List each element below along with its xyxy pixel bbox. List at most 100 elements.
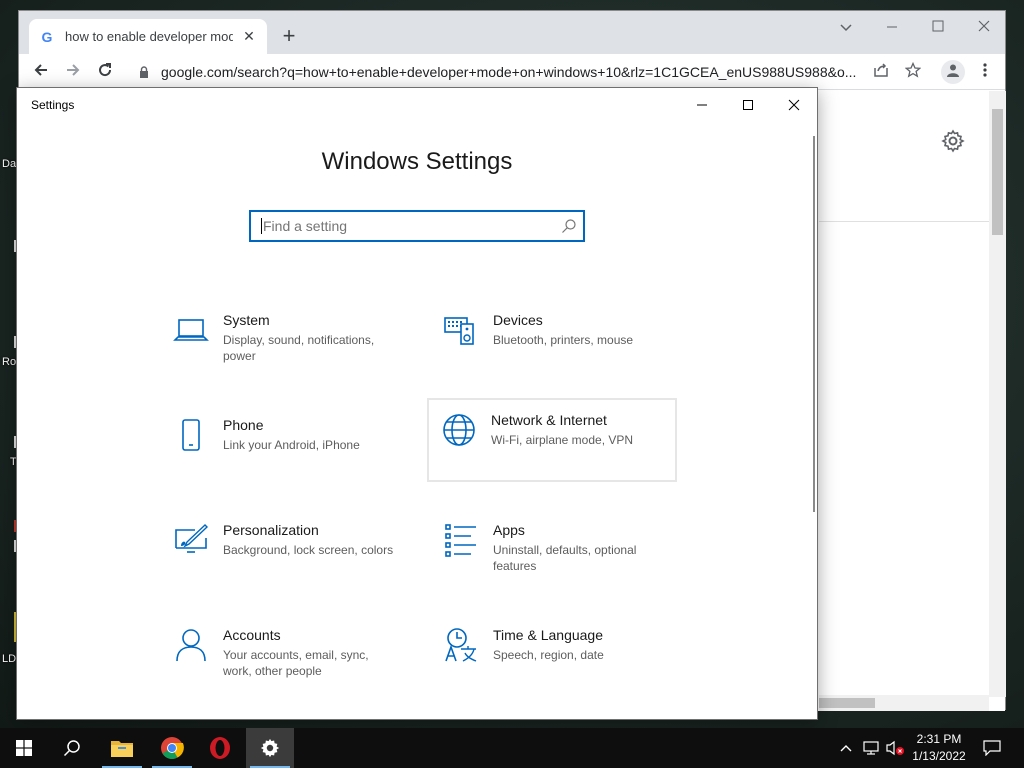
tile-text: Network & Internet Wi-Fi, airplane mode,… bbox=[491, 412, 661, 448]
gear-icon[interactable] bbox=[941, 129, 965, 160]
star-icon bbox=[904, 61, 922, 78]
settings-window: Settings Windows Settings System Display… bbox=[16, 87, 818, 720]
apps-list-icon bbox=[445, 524, 476, 557]
tile-network-internet[interactable]: Network & Internet Wi-Fi, airplane mode,… bbox=[427, 398, 677, 482]
profile-button[interactable] bbox=[941, 60, 965, 84]
close-window-button[interactable] bbox=[969, 19, 999, 35]
tile-devices[interactable]: Devices Bluetooth, printers, mouse bbox=[429, 300, 679, 384]
laptop-icon bbox=[173, 319, 209, 341]
maximize-button[interactable] bbox=[725, 88, 771, 122]
clock-date: 1/13/2022 bbox=[912, 749, 966, 763]
reload-button[interactable] bbox=[93, 60, 117, 84]
search-icon[interactable] bbox=[561, 218, 577, 234]
chrome-icon bbox=[161, 737, 184, 759]
tile-title: Accounts bbox=[223, 627, 281, 643]
tile-system[interactable]: System Display, sound, notifications, po… bbox=[159, 300, 409, 384]
minimize-button[interactable] bbox=[877, 19, 907, 35]
tile-text: Devices Bluetooth, printers, mouse bbox=[493, 312, 663, 348]
tile-title: Time & Language bbox=[493, 627, 603, 643]
maximize-icon bbox=[743, 100, 753, 110]
tile-title: Phone bbox=[223, 417, 264, 433]
tile-accounts[interactable]: Accounts Your accounts, email, sync, wor… bbox=[159, 615, 409, 699]
start-button[interactable] bbox=[0, 728, 48, 768]
taskbar-search-button[interactable] bbox=[48, 728, 96, 768]
back-arrow-icon bbox=[34, 64, 47, 76]
desktop-icon-label[interactable]: Da bbox=[2, 158, 16, 170]
tile-text: Personalization Background, lock screen,… bbox=[223, 522, 403, 558]
tile-phone[interactable]: Phone Link your Android, iPhone bbox=[159, 405, 409, 489]
browser-tab[interactable]: G how to enable developer mode c ✕ bbox=[29, 19, 267, 54]
taskbar: 2:31 PM 1/13/2022 bbox=[0, 728, 1024, 768]
notification-icon bbox=[983, 740, 1001, 756]
kebab-menu-icon bbox=[983, 63, 987, 77]
tile-description: Your accounts, email, sync, work, other … bbox=[223, 648, 369, 678]
action-center-button[interactable] bbox=[978, 728, 1006, 768]
opera-icon bbox=[210, 737, 230, 759]
search-icon bbox=[63, 740, 80, 757]
settings-search-box[interactable] bbox=[249, 210, 585, 242]
profile-icon bbox=[947, 64, 959, 77]
back-button[interactable] bbox=[29, 60, 53, 84]
tile-title: Network & Internet bbox=[491, 412, 607, 428]
tile-title: Apps bbox=[493, 522, 525, 538]
tile-title: Devices bbox=[493, 312, 543, 328]
settings-scrollbar[interactable] bbox=[813, 136, 815, 512]
address-bar[interactable]: google.com/search?q=how+to+enable+develo… bbox=[161, 64, 861, 80]
close-window-button[interactable] bbox=[771, 88, 817, 122]
globe-icon bbox=[443, 414, 475, 446]
tile-description: Speech, region, date bbox=[493, 648, 604, 662]
close-icon[interactable]: ✕ bbox=[241, 28, 257, 45]
network-icon bbox=[863, 741, 879, 755]
tile-time-language[interactable]: Time & Language Speech, region, date bbox=[429, 615, 679, 699]
tile-apps[interactable]: Apps Uninstall, defaults, optional featu… bbox=[429, 510, 679, 594]
show-hidden-icons-button[interactable] bbox=[836, 728, 856, 768]
tile-personalization[interactable]: Personalization Background, lock screen,… bbox=[159, 510, 409, 594]
volume-tray-button[interactable] bbox=[884, 728, 906, 768]
tab-search-button[interactable] bbox=[831, 19, 861, 35]
tile-description: Link your Android, iPhone bbox=[223, 438, 360, 452]
browser-menu-button[interactable] bbox=[973, 60, 997, 84]
reload-icon bbox=[99, 63, 112, 77]
close-icon bbox=[978, 20, 990, 32]
personalization-icon bbox=[175, 524, 209, 553]
bookmark-button[interactable] bbox=[901, 60, 925, 84]
settings-taskbar-button[interactable] bbox=[246, 728, 294, 768]
tile-description: Wi-Fi, airplane mode, VPN bbox=[491, 433, 634, 447]
file-explorer-button[interactable] bbox=[98, 728, 146, 768]
tile-text: Phone Link your Android, iPhone bbox=[223, 417, 393, 453]
desktop-icon-label[interactable]: LD bbox=[2, 653, 16, 665]
maximize-icon bbox=[932, 20, 944, 32]
tab-title: how to enable developer mode c bbox=[65, 29, 233, 44]
new-tab-button[interactable]: + bbox=[277, 25, 301, 49]
opera-button[interactable] bbox=[196, 728, 244, 768]
search-input[interactable] bbox=[263, 218, 553, 234]
tile-description: Uninstall, defaults, optional features bbox=[493, 543, 637, 573]
settings-titlebar[interactable]: Settings bbox=[17, 88, 817, 122]
tile-text: Accounts Your accounts, email, sync, wor… bbox=[223, 627, 373, 679]
file-explorer-icon bbox=[111, 741, 133, 757]
tile-description: Display, sound, notifications, power bbox=[223, 333, 375, 363]
network-tray-button[interactable] bbox=[860, 728, 882, 768]
devices-icon bbox=[444, 317, 474, 345]
lock-icon[interactable] bbox=[139, 66, 149, 78]
chrome-button[interactable] bbox=[148, 728, 196, 768]
forward-button[interactable] bbox=[61, 60, 85, 84]
scrollbar-thumb[interactable] bbox=[992, 109, 1003, 235]
tile-description: Bluetooth, printers, mouse bbox=[493, 333, 634, 347]
tile-text: Time & Language Speech, region, date bbox=[493, 627, 663, 663]
maximize-button[interactable] bbox=[923, 19, 953, 35]
windows-start-icon bbox=[16, 740, 32, 756]
tile-text: System Display, sound, notifications, po… bbox=[223, 312, 393, 364]
desktop-icon-label[interactable]: Ro bbox=[2, 356, 16, 368]
clock-time: 2:31 PM bbox=[916, 732, 962, 746]
volume-muted-icon bbox=[886, 740, 904, 756]
divider bbox=[819, 221, 989, 222]
share-button[interactable] bbox=[869, 60, 893, 84]
chevron-down-icon bbox=[840, 24, 852, 32]
browser-toolbar: google.com/search?q=how+to+enable+develo… bbox=[19, 54, 1005, 90]
forward-arrow-icon bbox=[67, 64, 80, 76]
minimize-button[interactable] bbox=[679, 88, 725, 122]
scrollbar-thumb[interactable] bbox=[819, 698, 875, 708]
taskbar-clock[interactable]: 2:31 PM 1/13/2022 bbox=[904, 731, 974, 765]
text-caret bbox=[261, 218, 262, 234]
